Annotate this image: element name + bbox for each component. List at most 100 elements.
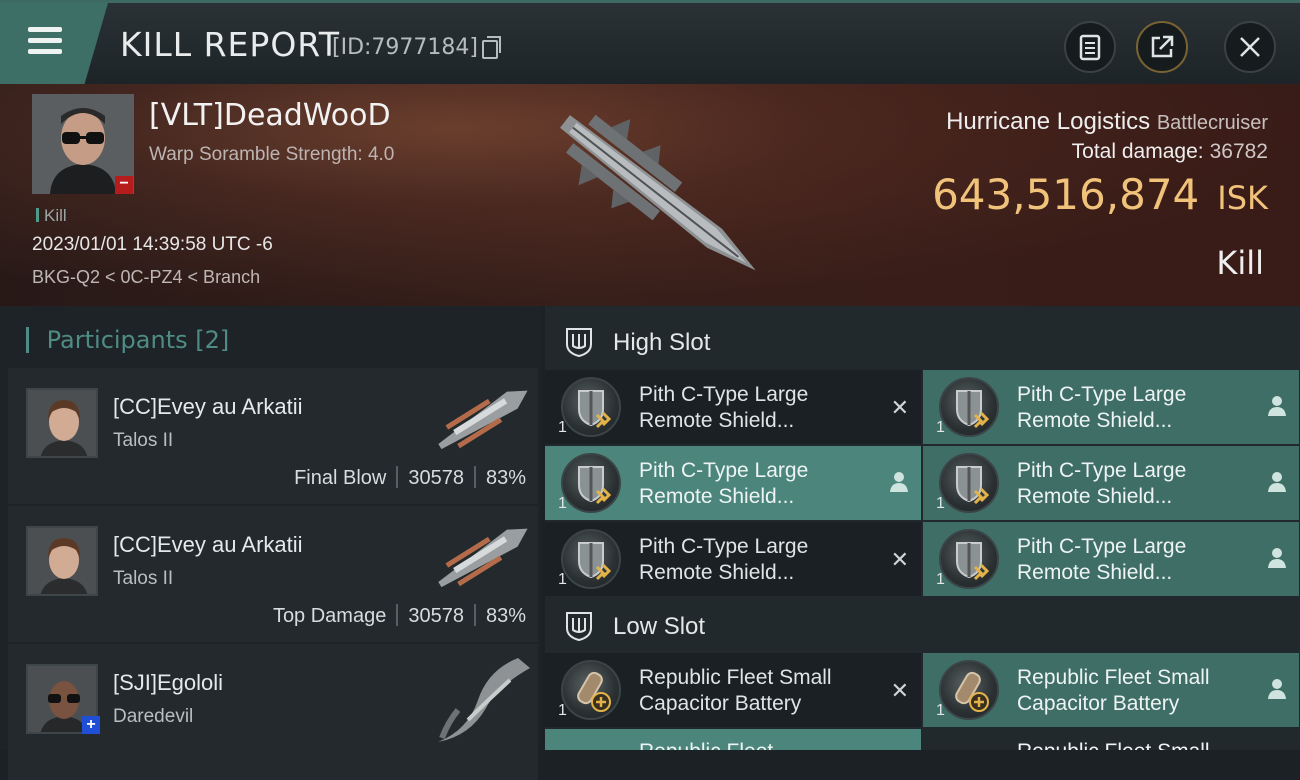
- participant-name: [SJI]Egololi: [113, 670, 224, 695]
- slot-shield-icon: [566, 612, 592, 642]
- hamburger-menu-icon-bar: [28, 38, 62, 43]
- module-name: Pith C-Type Large Remote Shield...: [639, 459, 809, 508]
- capacitor-module-icon: [561, 660, 621, 720]
- participant-name: [CC]Evey au Arkatii: [113, 532, 303, 557]
- x-icon: ✕: [890, 547, 909, 572]
- victim-ship-class: Battlecruiser: [1156, 112, 1268, 134]
- x-icon: ✕: [890, 395, 909, 420]
- module-name: Pith C-Type Large Remote Shield...: [639, 535, 809, 584]
- module-name: Republic Fleet Small: [1017, 739, 1210, 750]
- victim-ship[interactable]: Hurricane Logistics Battlecruiser: [946, 108, 1268, 136]
- module-quantity: 1: [558, 702, 567, 719]
- participant-ship: Talos II: [113, 430, 174, 451]
- participant-ship: Talos II: [113, 568, 174, 589]
- avatar: [26, 526, 98, 596]
- share-icon: [1151, 35, 1174, 58]
- module-quantity: 1: [558, 571, 567, 588]
- friendly-badge: +: [82, 716, 100, 734]
- shield-module-icon: [939, 529, 999, 589]
- participant-ship-image: [438, 390, 528, 450]
- module-item[interactable]: 1 Pith C-Type Large Remote Shield...: [545, 446, 921, 520]
- x-icon: ✕: [890, 678, 909, 703]
- module-quantity: 1: [936, 571, 945, 588]
- module-quantity: 1: [558, 495, 567, 512]
- participant-damage: 30578: [408, 467, 464, 489]
- kill-tag: Kill: [36, 206, 67, 226]
- shield-module-icon: [561, 529, 621, 589]
- isk-unit: ISK: [1217, 179, 1268, 217]
- participants-label: Participants: [46, 326, 188, 354]
- low-slot-header[interactable]: Low Slot: [545, 596, 1300, 654]
- module-quantity: 1: [558, 419, 567, 436]
- participants-count: [2]: [195, 326, 230, 354]
- total-damage-value: 36782: [1209, 140, 1268, 163]
- module-name: Republic Fleet: [639, 739, 773, 750]
- close-icon: [1240, 37, 1260, 57]
- clipboard-button[interactable]: [1064, 21, 1116, 73]
- avatar: [26, 388, 98, 458]
- close-button[interactable]: [1224, 21, 1276, 73]
- kill-datetime: 2023/01/01 14:39:58 UTC -6: [32, 234, 273, 255]
- module-name: Pith C-Type Large Remote Shield...: [1017, 459, 1187, 508]
- victim-ship-image: [560, 114, 756, 271]
- participant-damage: 30578: [408, 605, 464, 627]
- low-slot-label: Low Slot: [613, 613, 706, 640]
- total-damage-label: Total damage:: [1071, 140, 1204, 163]
- module-item[interactable]: 1 Pith C-Type Large Remote Shield... ✕: [545, 370, 921, 444]
- shield-module-icon: [939, 453, 999, 513]
- participant-row[interactable]: [CC]Evey au Arkatii Talos II Top Damage 3…: [8, 506, 538, 642]
- victim-ship-name: Hurricane Logistics: [946, 108, 1151, 135]
- person-icon: [1267, 547, 1287, 575]
- module-item[interactable]: 1 Pith C-Type Large Remote Shield... ✕: [545, 522, 921, 596]
- module-name: Pith C-Type Large Remote Shield...: [1017, 535, 1187, 584]
- menu-button[interactable]: [0, 3, 108, 85]
- module-quantity: 1: [936, 419, 945, 436]
- shield-module-icon: [561, 453, 621, 513]
- participants-panel: Participants [2] [CC]Evey au Arkatii Tal…: [0, 306, 541, 780]
- hostile-badge: −: [115, 176, 133, 194]
- participant-row[interactable]: [CC]Evey au Arkatii Talos II Final Blow 3…: [8, 368, 538, 504]
- module-item[interactable]: 1 Pith C-Type Large Remote Shield...: [923, 370, 1299, 444]
- share-button[interactable]: [1136, 21, 1188, 73]
- person-icon: [1267, 471, 1287, 499]
- hamburger-menu-icon: [28, 27, 62, 32]
- module-name: Pith C-Type Large Remote Shield...: [1017, 383, 1187, 432]
- shield-module-icon: [561, 377, 621, 437]
- kill-location[interactable]: BKG-Q2 < 0C-PZ4 < Branch: [32, 267, 260, 288]
- victim-name[interactable]: [VLT]DeadWooD: [149, 98, 391, 133]
- module-item[interactable]: 1 Republic Fleet Small Capacitor Battery: [923, 653, 1299, 727]
- participant-stats: Top Damage 30578 83%: [273, 604, 526, 628]
- high-slot-header[interactable]: High Slot: [545, 312, 1300, 370]
- person-icon: [1267, 395, 1287, 423]
- fitting-slots-panel: High Slot 1 Pith C-Type Large Remote Shie…: [545, 306, 1300, 750]
- capacitor-module-icon: [939, 660, 999, 720]
- module-quantity: 1: [936, 702, 945, 719]
- module-name: Republic Fleet Small Capacitor Battery: [639, 666, 832, 715]
- kill-result: Kill: [1216, 244, 1264, 282]
- module-item[interactable]: 1 Pith C-Type Large Remote Shield...: [923, 446, 1299, 520]
- page-title: KILL REPORT: [120, 25, 340, 64]
- copy-icon[interactable]: [482, 36, 501, 59]
- module-quantity: 1: [936, 495, 945, 512]
- module-item[interactable]: 1 Republic Fleet Small Capacitor Battery …: [545, 653, 921, 727]
- participant-ship: Daredevil: [113, 706, 194, 727]
- participants-header[interactable]: Participants [2]: [26, 326, 230, 354]
- participant-role: Top Damage: [272, 605, 387, 627]
- module-name: Republic Fleet Small Capacitor Battery: [1017, 666, 1210, 715]
- module-item[interactable]: Republic Fleet Small: [923, 729, 1299, 750]
- victim-detail: Warp Soramble Strength: 4.0: [149, 144, 395, 165]
- participant-percent: 83%: [485, 605, 526, 627]
- hamburger-menu-icon-bar: [28, 49, 62, 54]
- person-icon: [1267, 678, 1287, 706]
- participant-row[interactable]: + [SJI]Egololi Daredevil: [8, 644, 538, 780]
- participant-percent: 83%: [485, 467, 526, 489]
- participant-name: [CC]Evey au Arkatii: [113, 394, 303, 419]
- module-item[interactable]: Republic Fleet: [545, 729, 921, 750]
- kill-id: [ID:7977184]: [332, 35, 478, 60]
- person-icon: [889, 471, 909, 499]
- module-item[interactable]: 1 Pith C-Type Large Remote Shield...: [923, 522, 1299, 596]
- slot-shield-icon: [566, 328, 592, 358]
- shield-module-icon: [939, 377, 999, 437]
- victim-banner: − [VLT]DeadWooD Warp Soramble Strength: …: [0, 84, 1300, 306]
- clipboard-icon: [1079, 34, 1101, 61]
